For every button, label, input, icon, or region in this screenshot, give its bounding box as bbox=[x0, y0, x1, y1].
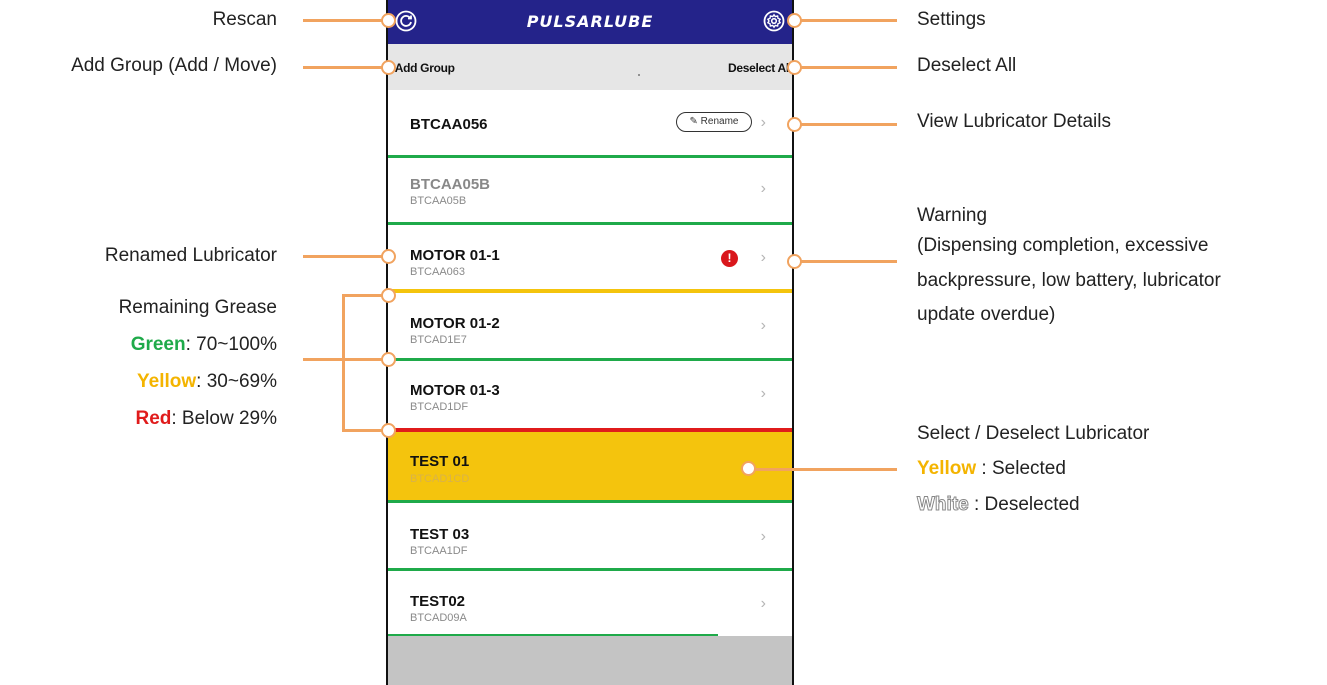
lubricator-name: MOTOR 01-1 bbox=[410, 247, 500, 264]
callout-dot bbox=[741, 461, 756, 476]
lubricator-row[interactable]: BTCAA056 ✎ Rename › bbox=[388, 90, 792, 158]
callout-line-add-group bbox=[303, 66, 387, 69]
lubricator-row[interactable]: MOTOR 01-3 BTCAD1DF › bbox=[388, 361, 792, 432]
app-logo: PULSARLUBE bbox=[526, 12, 654, 31]
callout-dot bbox=[381, 423, 396, 438]
callout-dot bbox=[381, 288, 396, 303]
lubricator-row[interactable]: BTCAA05B BTCAA05B › bbox=[388, 158, 792, 225]
lubricator-id: BTCAA063 bbox=[410, 266, 466, 278]
callout-settings: Settings bbox=[917, 9, 986, 30]
callout-selected: Yellow : Selected bbox=[917, 458, 1066, 479]
callout-deselect-all: Deselect All bbox=[917, 55, 1017, 76]
callout-line-select bbox=[745, 468, 897, 471]
callout-line-renamed bbox=[303, 255, 387, 258]
lubricator-id: BTCAD1CD bbox=[410, 473, 470, 485]
callout-dot bbox=[787, 60, 802, 75]
empty-area bbox=[388, 636, 792, 685]
lubricator-name: BTCAA056 bbox=[410, 116, 488, 133]
callout-bracket bbox=[342, 294, 345, 431]
callout-line-deselect bbox=[794, 66, 897, 69]
callout-select-title: Select / Deselect Lubricator bbox=[917, 423, 1150, 444]
lubricator-name: TEST 03 bbox=[410, 526, 470, 543]
indicator-dot bbox=[638, 74, 640, 76]
lubricator-row[interactable]: TEST 03 BTCAA1DF › bbox=[388, 503, 792, 571]
callout-rescan: Rescan bbox=[212, 9, 277, 30]
chevron-right-icon[interactable]: › bbox=[761, 317, 766, 335]
pencil-icon: ✎ bbox=[689, 116, 698, 127]
callout-dot bbox=[787, 117, 802, 132]
rename-button[interactable]: ✎ Rename bbox=[676, 112, 752, 132]
action-bar: +Add Group Deselect All bbox=[388, 44, 792, 90]
callout-warning-line: update overdue) bbox=[917, 304, 1056, 325]
gear-icon[interactable] bbox=[763, 10, 785, 32]
lubricator-id: BTCAD1DF bbox=[410, 401, 469, 413]
lubricator-id: BTCAA05B bbox=[410, 195, 467, 207]
add-group-button[interactable]: +Add Group bbox=[388, 61, 455, 75]
callout-warning-line: backpressure, low battery, lubricator bbox=[917, 270, 1221, 291]
callout-green: Green: 70~100% bbox=[130, 334, 277, 355]
top-bar: PULSARLUBE bbox=[388, 0, 792, 44]
chevron-right-icon[interactable]: › bbox=[761, 385, 766, 403]
callout-warning-title: Warning bbox=[917, 205, 988, 226]
callout-remaining-title: Remaining Grease bbox=[118, 297, 277, 318]
callout-red: Red: Below 29% bbox=[135, 408, 277, 429]
lubricator-name: BTCAA05B bbox=[410, 176, 491, 193]
lubricator-name: TEST02 bbox=[410, 593, 466, 610]
callout-line-warning bbox=[794, 260, 897, 263]
callout-add-group: Add Group (Add / Move) bbox=[71, 55, 277, 76]
chevron-right-icon[interactable]: › bbox=[761, 595, 766, 613]
callout-line-details bbox=[794, 123, 897, 126]
callout-dot bbox=[381, 249, 396, 264]
lubricator-row[interactable]: TEST02 BTCAD09A › bbox=[388, 571, 792, 637]
deselect-all-button[interactable]: Deselect All bbox=[728, 61, 792, 75]
callout-dot bbox=[787, 254, 802, 269]
callout-view-details: View Lubricator Details bbox=[917, 111, 1111, 132]
lubricator-row-selected[interactable]: TEST 01 BTCAD1CD bbox=[388, 432, 792, 503]
callout-warning-line: (Dispensing completion, excessive bbox=[917, 235, 1209, 256]
lubricator-row[interactable]: MOTOR 01-2 BTCAD1E7 › bbox=[388, 293, 792, 361]
lubricator-name: MOTOR 01-2 bbox=[410, 315, 500, 332]
callout-line-settings bbox=[794, 19, 897, 22]
lubricator-name: TEST 01 bbox=[410, 453, 470, 470]
exclamation-icon[interactable]: ! bbox=[721, 250, 738, 267]
lubricator-row[interactable]: MOTOR 01-1 BTCAA063 ! › bbox=[388, 225, 792, 293]
chevron-right-icon[interactable]: › bbox=[761, 180, 766, 198]
callout-line-rescan bbox=[303, 19, 387, 22]
callout-deselected: White : Deselected bbox=[917, 494, 1080, 516]
callout-dot bbox=[381, 60, 396, 75]
phone-screen: PULSARLUBE +Add Group Deselect All BTCAA… bbox=[386, 0, 794, 685]
chevron-right-icon[interactable]: › bbox=[761, 249, 766, 267]
chevron-right-icon[interactable]: › bbox=[761, 114, 766, 132]
callout-dot bbox=[381, 352, 396, 367]
callout-renamed: Renamed Lubricator bbox=[104, 245, 277, 266]
rename-label: Rename bbox=[700, 116, 739, 127]
callout-dot bbox=[787, 13, 802, 28]
callout-yellow: Yellow: 30~69% bbox=[137, 371, 277, 392]
lubricator-id: BTCAD1E7 bbox=[410, 334, 467, 346]
callout-dot bbox=[381, 13, 396, 28]
lubricator-name: MOTOR 01-3 bbox=[410, 382, 500, 399]
lubricator-id: BTCAD09A bbox=[410, 612, 467, 624]
lubricator-id: BTCAA1DF bbox=[410, 545, 468, 557]
callout-line-grease bbox=[303, 358, 343, 361]
chevron-right-icon[interactable]: › bbox=[761, 528, 766, 546]
